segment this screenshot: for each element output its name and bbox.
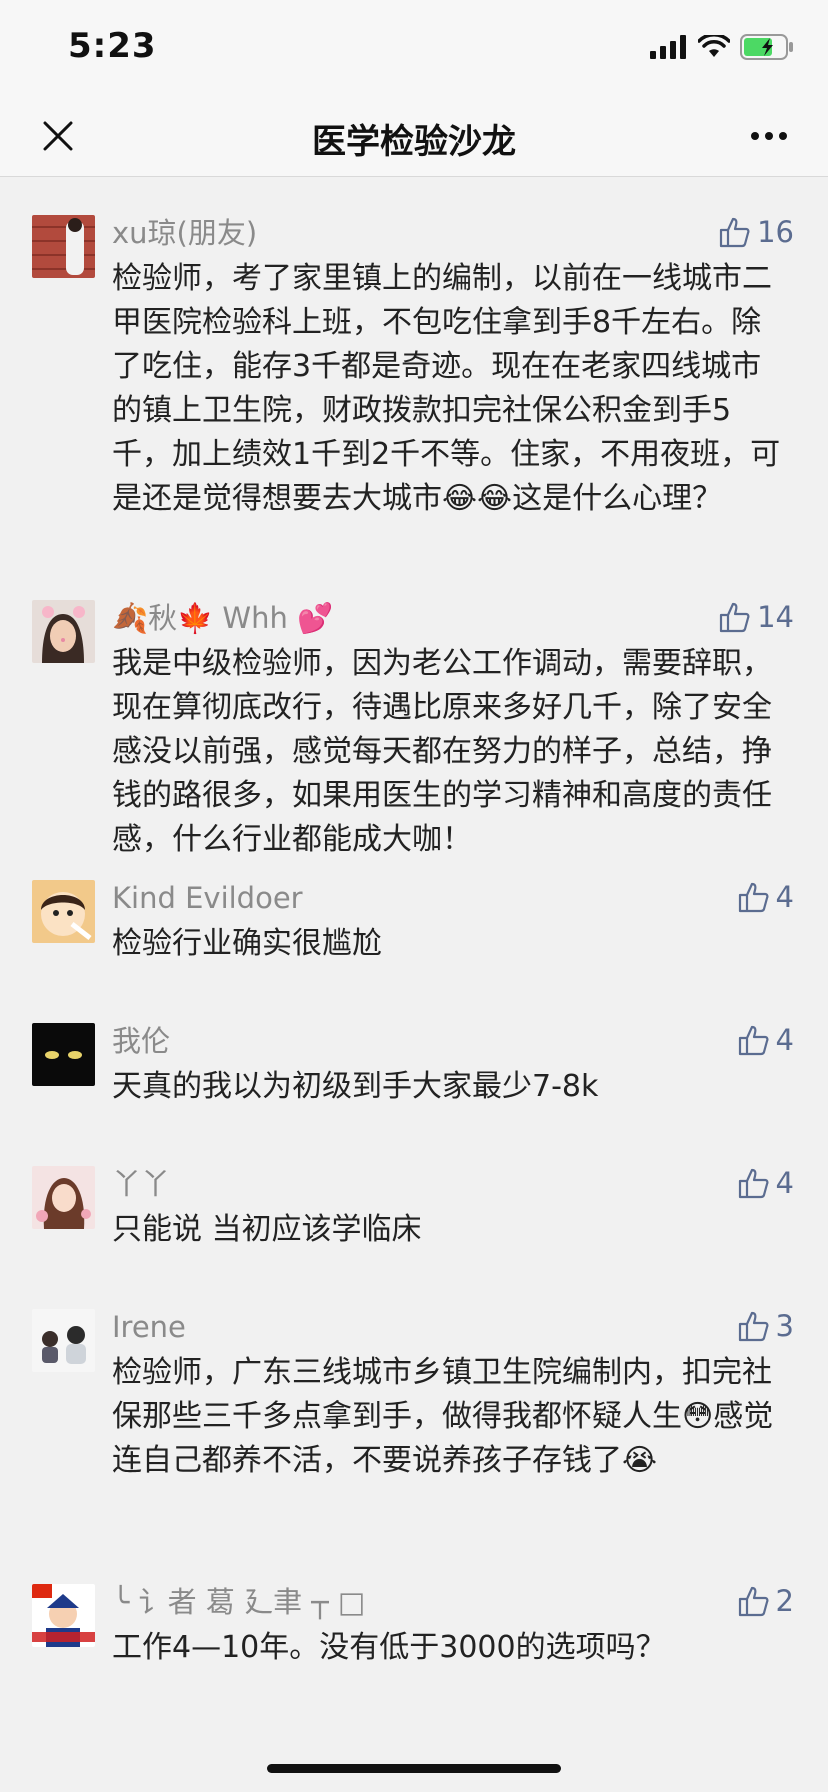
signal-icon [650,35,686,59]
status-bar: 5:23 [0,0,828,100]
avatar[interactable] [32,1584,95,1647]
like-button[interactable]: 16 [719,215,794,249]
comment-text: 天真的我以为初级到手大家最少7-8k [112,1069,599,1104]
thumbs-up-icon [719,602,750,633]
thumbs-up-icon [738,882,769,913]
comment-text: 检验行业确实很尴尬 [112,926,382,961]
like-button[interactable]: 4 [738,1166,794,1200]
comment-item: 丫丫 只能说 当初应该学临床 4 [0,1128,828,1271]
comment-item: Kind Evildoer 检验行业确实很尴尬 4 [0,842,828,985]
avatar[interactable] [32,880,95,943]
page-title: 医学检验沙龙 [312,122,516,162]
thumbs-up-icon [738,1168,769,1199]
home-indicator[interactable] [267,1764,561,1773]
thumbs-up-icon [719,217,750,248]
like-count: 14 [757,600,794,634]
like-count: 4 [775,1023,794,1057]
comment-author: 🍂秋🍁 Whh 💕 [112,601,334,635]
comment-author: xu琼(朋友) [112,216,258,250]
more-icon [751,132,787,140]
comment-text: 工作4—10年。没有低于3000的选项吗？ [112,1630,666,1665]
thumbs-up-icon [738,1025,769,1056]
comment-author: Kind Evildoer [112,881,303,915]
like-count: 4 [775,880,794,914]
like-button[interactable]: 2 [738,1584,794,1618]
wifi-icon [698,35,730,57]
comment-author: ╰ 讠者 葛 廴聿 ┬ □ [112,1585,366,1619]
like-button[interactable]: 3 [738,1309,794,1343]
like-count: 3 [775,1309,794,1343]
like-button[interactable]: 4 [738,880,794,914]
like-count: 4 [775,1166,794,1200]
more-button[interactable] [744,114,794,158]
comment-text: 只能说 当初应该学临床 [112,1212,422,1247]
comment-text: 检验师，广东三线城市乡镇卫生院编制内，扣完社保那些三千多点拿到手，做得我都怀疑人… [112,1355,774,1478]
thumbs-up-icon [738,1586,769,1617]
like-button[interactable]: 14 [719,600,794,634]
comment-text: 我是中级检验师，因为老公工作调动，需要辞职，现在算彻底改行，待遇比原来多好几千，… [112,646,772,857]
comment-author: 我伦 [112,1024,171,1058]
status-time: 5:23 [68,26,157,66]
thumbs-up-icon [738,1311,769,1342]
comment-item: 我伦 天真的我以为初级到手大家最少7-8k 4 [0,985,828,1128]
like-button[interactable]: 4 [738,1023,794,1057]
avatar[interactable] [32,1166,95,1229]
comment-text: 检验师，考了家里镇上的编制，以前在一线城市二甲医院检验科上班，不包吃住拿到手8千… [112,261,781,516]
avatar[interactable] [32,600,95,663]
avatar[interactable] [32,1309,95,1372]
comment-item: Irene 检验师，广东三线城市乡镇卫生院编制内，扣完社保那些三千多点拿到手，做… [0,1271,828,1546]
avatar[interactable] [32,1023,95,1086]
comment-item: 🍂秋🍁 Whh 💕 我是中级检验师，因为老公工作调动，需要辞职，现在算彻底改行，… [0,562,828,857]
comment-author: 丫丫 [112,1167,171,1201]
avatar[interactable] [32,215,95,278]
nav-bar: 医学检验沙龙 [0,100,828,177]
status-icons [650,34,794,60]
like-count: 2 [775,1584,794,1618]
like-count: 16 [757,215,794,249]
battery-icon [740,34,793,60]
comment-item: ╰ 讠者 葛 廴聿 ┬ □ 工作4—10年。没有低于3000的选项吗？ 2 [0,1546,828,1676]
comment-author: Irene [112,1310,186,1344]
comment-list: xu琼(朋友) 检验师，考了家里镇上的编制，以前在一线城市二甲医院检验科上班，不… [0,177,828,1676]
comment-item: xu琼(朋友) 检验师，考了家里镇上的编制，以前在一线城市二甲医院检验科上班，不… [0,177,828,562]
